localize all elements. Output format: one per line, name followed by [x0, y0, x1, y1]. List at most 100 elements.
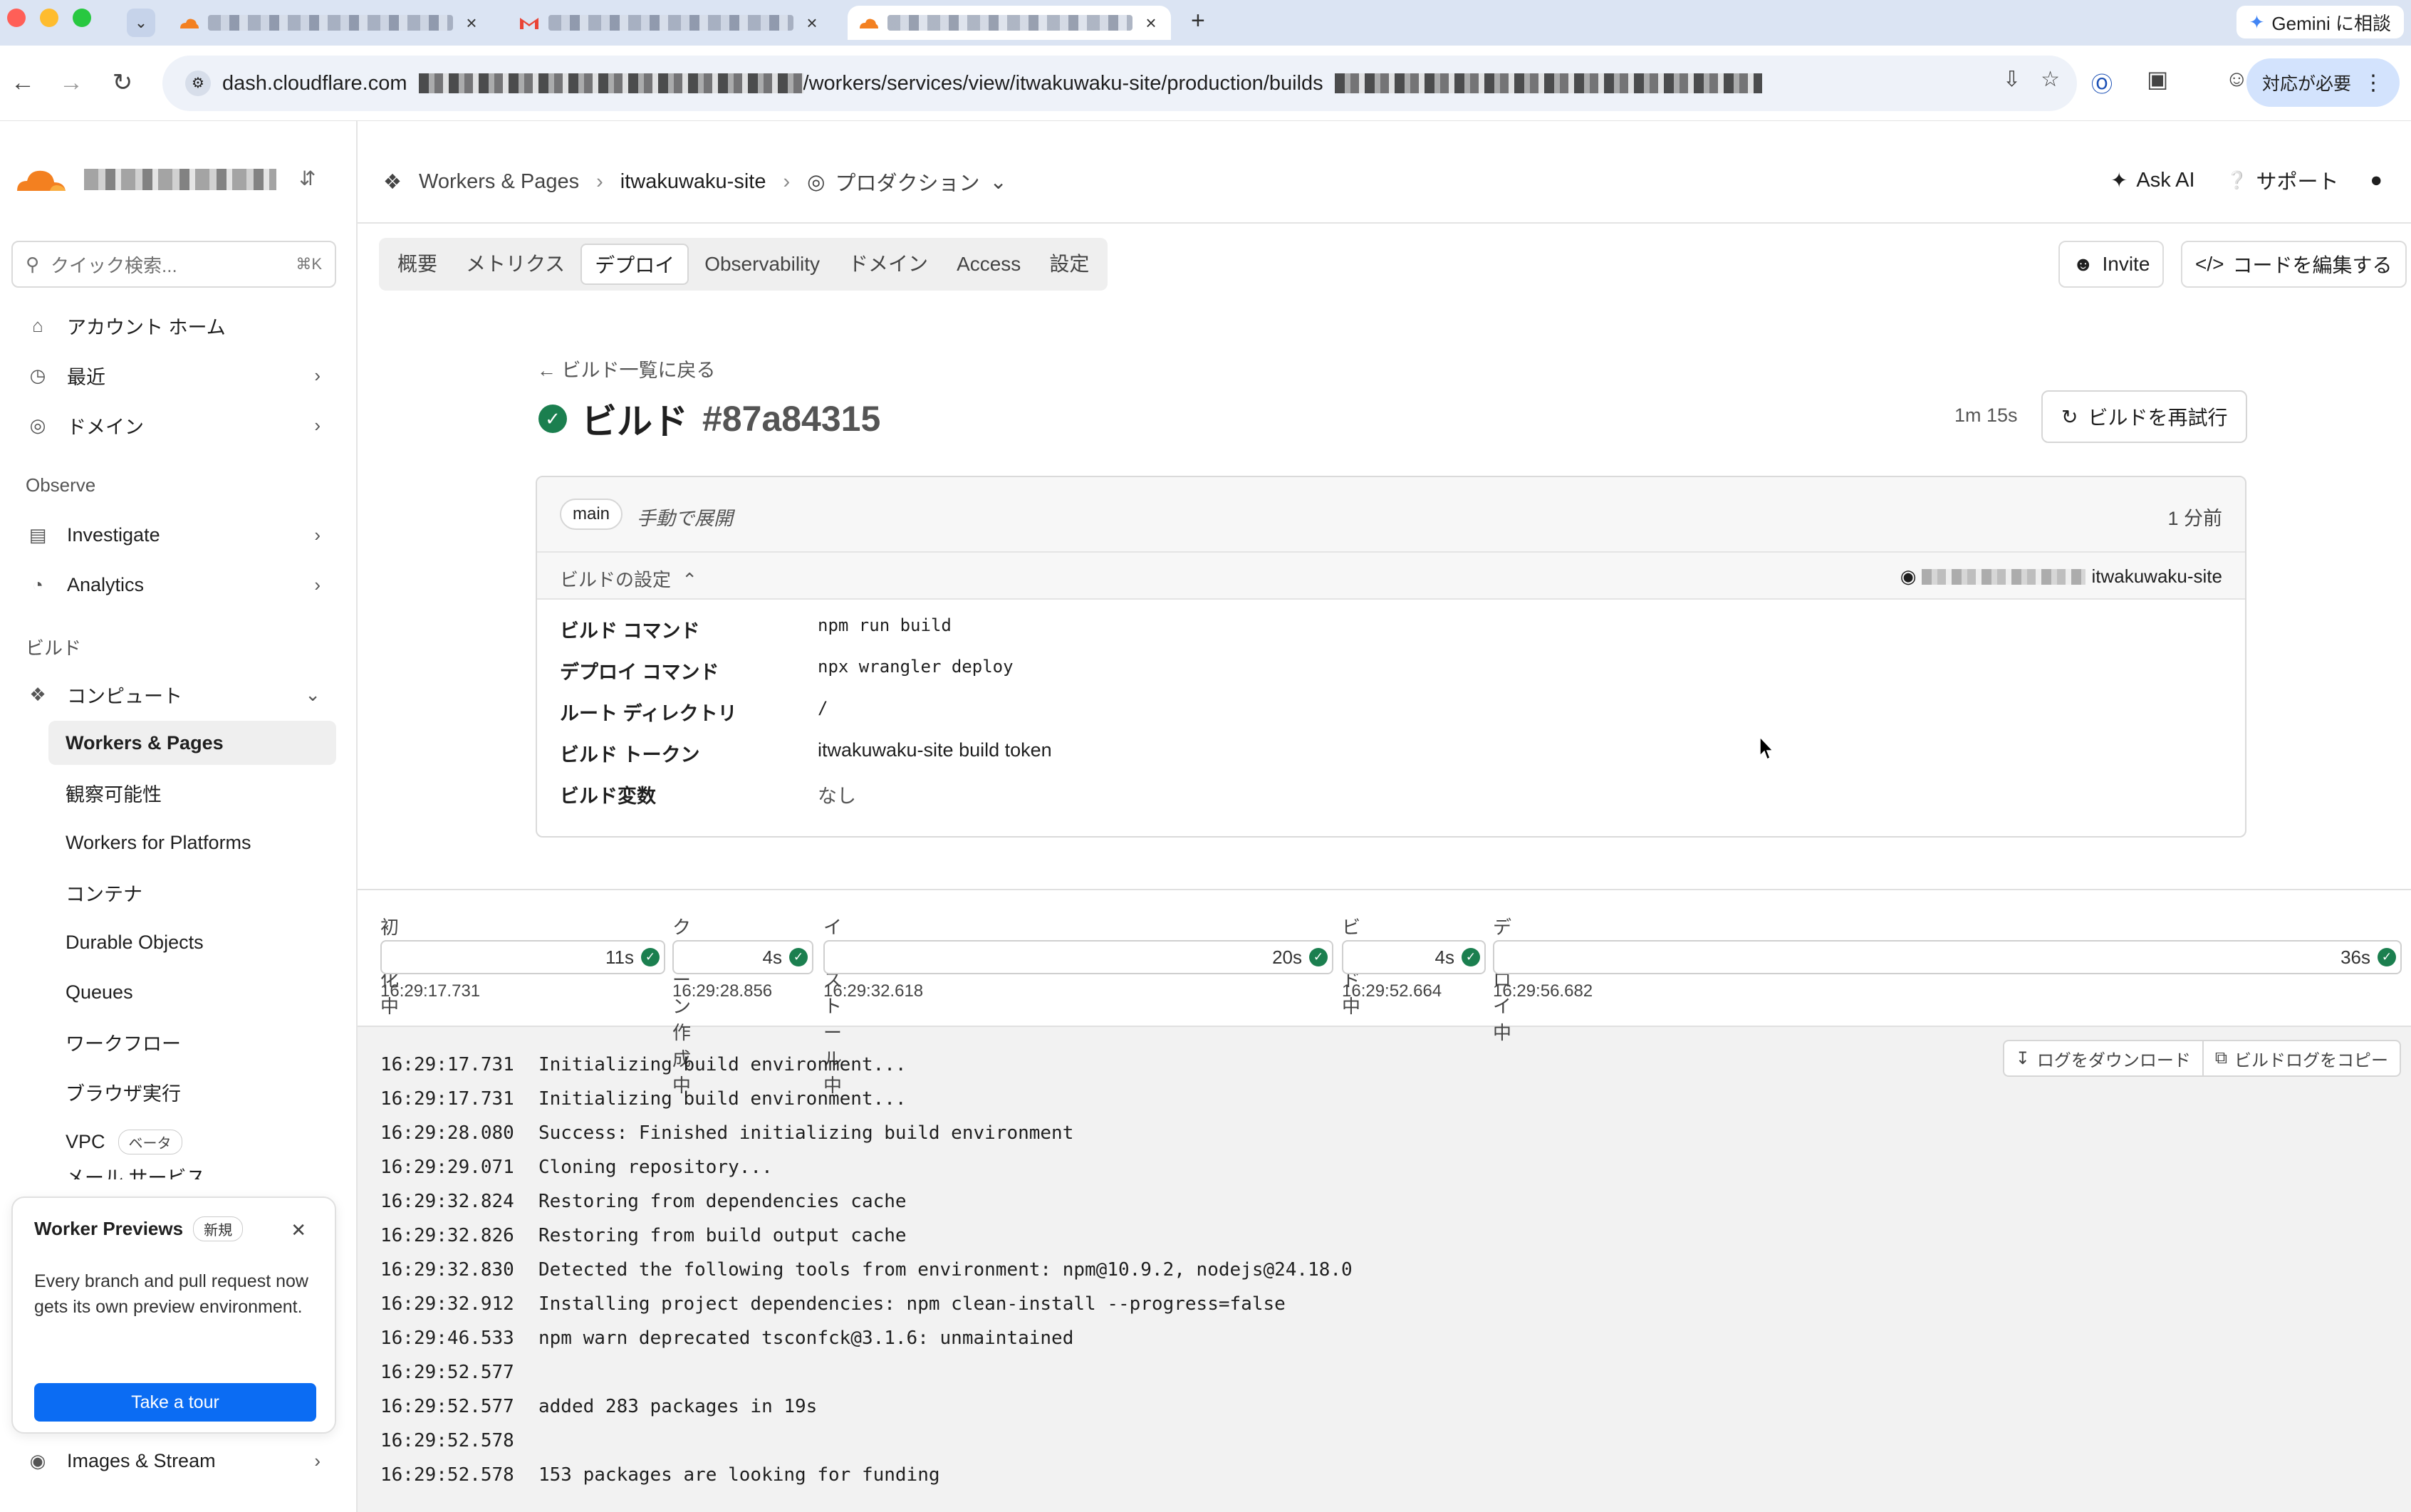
address-bar[interactable]: ⚙ dash.cloudflare.com /workers/services/…: [162, 56, 2077, 111]
download-log-button[interactable]: ↧ ログをダウンロード: [2002, 1040, 2202, 1077]
close-icon[interactable]: ✕: [291, 1219, 306, 1241]
log-message: Initializing build environment...: [538, 1054, 907, 1075]
bookmark-star-icon[interactable]: ☆: [2041, 67, 2060, 92]
sidebar-item-observability[interactable]: 観察可能性: [48, 771, 336, 815]
chevron-right-icon: ›: [596, 170, 603, 193]
sidebar-item-recent[interactable]: ◷ 最近 ›: [11, 353, 336, 397]
stage-bar[interactable]: 36s ✓: [1493, 940, 2402, 974]
gemini-icon: ✦: [2249, 11, 2265, 33]
more-menu-icon[interactable]: ⋮: [2363, 71, 2384, 95]
user-avatar-icon[interactable]: ●: [2370, 169, 2383, 192]
invite-button[interactable]: ☻ Invite: [2058, 241, 2165, 288]
stage-bar[interactable]: 4s ✓: [1342, 940, 1486, 974]
extensions-icon[interactable]: ▣: [2147, 66, 2168, 93]
log-timestamp: 16:29:32.912: [380, 1293, 514, 1315]
sidebar-item-vpc[interactable]: VPC ベータ: [48, 1120, 336, 1164]
environment-selector[interactable]: ◎ プロダクション ⌄: [807, 167, 1007, 197]
site-info-icon[interactable]: ⚙: [185, 71, 211, 96]
stage-bar[interactable]: 4s ✓: [672, 940, 813, 974]
tab-domains[interactable]: ドメイン: [835, 244, 941, 285]
edit-code-label: コードを編集する: [2232, 254, 2392, 276]
minimize-window-button[interactable]: [40, 9, 58, 27]
forward-arrow-icon[interactable]: →: [54, 66, 88, 100]
browser-tab-active[interactable]: ×: [848, 6, 1171, 40]
sidebar-item-compute[interactable]: ❖ コンピュート ⌄: [11, 672, 336, 716]
tab-deployments[interactable]: デプロイ: [580, 244, 689, 285]
ask-ai-button[interactable]: ✦ Ask AI: [2110, 168, 2195, 193]
setting-key: ビルド トークン: [560, 744, 700, 766]
sidebar-item-domains[interactable]: ◎ ドメイン ›: [11, 403, 336, 447]
account-switcher[interactable]: [13, 164, 276, 195]
log-line: 16:29:52.578 153 packages are looking for…: [380, 1464, 940, 1490]
install-app-icon[interactable]: ⇩: [2003, 67, 2021, 92]
tab-search-button[interactable]: ⌄: [127, 9, 155, 37]
sidebar-item-containers[interactable]: コンテナ: [48, 870, 336, 914]
sidebar-item-investigate[interactable]: ▤ Investigate ›: [11, 513, 336, 557]
stage-bar[interactable]: 20s ✓: [823, 940, 1333, 974]
back-arrow-icon[interactable]: ←: [6, 66, 40, 100]
sidebar-item-workers-for-platforms[interactable]: Workers for Platforms: [48, 820, 336, 865]
quick-search-input[interactable]: ⚲ クイック検索... ⌘K: [11, 241, 336, 288]
log-message: added 283 packages in 19s: [538, 1396, 818, 1417]
close-tab-icon[interactable]: ×: [802, 12, 822, 34]
chevron-right-icon: ›: [783, 170, 791, 193]
sidebar: ⇵ ⚲ クイック検索... ⌘K ⌂ アカウント ホーム ◷ 最近 › ◎ ドメ…: [0, 121, 358, 1512]
new-tab-button[interactable]: +: [1191, 7, 1205, 35]
retry-build-button[interactable]: ↻ ビルドを再試行: [2041, 390, 2248, 443]
maximize-window-button[interactable]: [73, 9, 91, 27]
repository-link[interactable]: ◉ itwakuwaku-site: [1900, 565, 2222, 588]
support-button[interactable]: ❔ サポート: [2227, 165, 2339, 195]
tab-metrics[interactable]: メトリクス: [453, 244, 578, 285]
stage-duration: 20s: [1272, 946, 1302, 968]
close-tab-icon[interactable]: ×: [462, 12, 481, 34]
tab-access[interactable]: Access: [944, 244, 1033, 285]
close-window-button[interactable]: [7, 9, 26, 27]
sidebar-item-account-home[interactable]: ⌂ アカウント ホーム: [11, 303, 336, 348]
tab-observability[interactable]: Observability: [692, 244, 833, 285]
success-check-icon: ✓: [641, 948, 660, 966]
log-timestamp: 16:29:52.577: [380, 1362, 514, 1383]
build-settings-bar: ビルドの設定 ⌃ ◉ itwakuwaku-site: [537, 553, 2245, 600]
gemini-button[interactable]: ✦ Gemini に相談: [2236, 6, 2404, 38]
branch-badge: main: [560, 499, 623, 530]
browser-tab[interactable]: ×: [509, 6, 832, 40]
edit-code-button[interactable]: </> コードを編集する: [2181, 241, 2407, 288]
setting-key: デプロイ コマンド: [560, 662, 719, 683]
copy-log-button[interactable]: ⧉ ビルドログをコピー: [2202, 1040, 2401, 1077]
sidebar-item-workflows[interactable]: ワークフロー: [48, 1020, 336, 1064]
chevron-down-icon: ⌄: [989, 170, 1007, 194]
needs-action-button[interactable]: 対応が必要 ⋮: [2246, 58, 2400, 107]
compute-icon: ❖: [29, 683, 46, 705]
sidebar-item-durable-objects[interactable]: Durable Objects: [48, 920, 336, 964]
mouse-cursor-icon: [1759, 736, 1774, 761]
breadcrumb-worker-name[interactable]: itwakuwaku-site: [620, 170, 766, 194]
sidebar-item-images-stream[interactable]: ◉ Images & Stream ›: [11, 1439, 336, 1483]
tab-overview[interactable]: 概要: [385, 244, 450, 285]
cloudflare-icon: [180, 19, 199, 28]
sidebar-item-label: メール サービス: [66, 1167, 206, 1179]
close-tab-icon[interactable]: ×: [1141, 12, 1161, 34]
build-card-header: main 手動で展開 1 分前: [537, 477, 2245, 553]
log-line: 16:29:17.731 Initializing build environme…: [380, 1054, 907, 1080]
breadcrumb-workers-pages[interactable]: Workers & Pages: [419, 170, 579, 194]
sidebar-item-queues[interactable]: Queues: [48, 970, 336, 1014]
back-to-builds-link[interactable]: ← ビルド一覧に戻る: [537, 355, 716, 382]
stage-bar[interactable]: 11s ✓: [380, 940, 665, 974]
build-time-ago: 1 分前: [2167, 508, 2222, 529]
reload-icon[interactable]: ↻: [105, 66, 140, 100]
sidebar-item-email-service[interactable]: メール サービス: [48, 1162, 336, 1179]
profile-icon[interactable]: ☺: [2225, 66, 2249, 92]
browser-tab[interactable]: ×: [168, 6, 491, 40]
sidebar-item-label: コンピュート: [67, 685, 182, 707]
take-a-tour-button[interactable]: Take a tour: [34, 1383, 316, 1422]
sidebar-item-workers-pages[interactable]: Workers & Pages: [48, 721, 336, 765]
log-line: 16:29:17.731 Initializing build environme…: [380, 1088, 907, 1114]
password-manager-icon[interactable]: Ⓞ: [2091, 67, 2113, 98]
account-switch-chevron-icon[interactable]: ⇵: [299, 167, 316, 190]
sidebar-item-analytics[interactable]: ◔ Analytics ›: [11, 563, 336, 607]
build-settings-toggle[interactable]: ビルドの設定 ⌃: [560, 565, 697, 592]
arrow-left-icon: ←: [537, 360, 556, 381]
tab-settings[interactable]: 設定: [1036, 244, 1102, 285]
url-redacted: [418, 73, 803, 93]
sidebar-item-browser-rendering[interactable]: ブラウザ実行: [48, 1070, 336, 1114]
